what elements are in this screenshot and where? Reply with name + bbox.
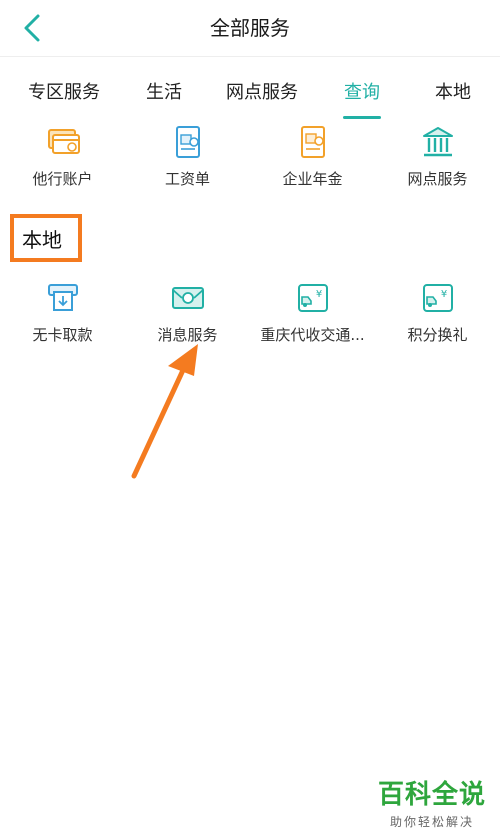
watermark: 百科全说 助你轻松解决 <box>378 774 486 830</box>
tab-query[interactable]: 查询 <box>344 78 380 104</box>
tab-local[interactable]: 本地 <box>435 78 471 104</box>
service-message[interactable]: 消息服务 <box>125 280 250 345</box>
category-tabs: 专区服务 生活 网点服务 查询 本地 <box>0 64 500 120</box>
service-label: 积分换礼 <box>407 326 468 344</box>
active-tab-indicator <box>343 116 381 119</box>
atm-icon <box>47 284 78 311</box>
service-label: 网点服务 <box>407 170 468 188</box>
service-salary-slip[interactable]: 工资单 <box>125 124 250 189</box>
service-label: 他行账户 <box>32 170 93 188</box>
svg-text:¥: ¥ <box>315 289 321 300</box>
service-label: 无卡取款 <box>32 326 93 344</box>
svg-text:¥: ¥ <box>440 289 446 300</box>
tab-zone-services[interactable]: 专区服务 <box>28 78 100 104</box>
service-points-redemption[interactable]: ¥ 积分换礼 <box>375 280 500 345</box>
tab-branch-services[interactable]: 网点服务 <box>226 78 298 104</box>
header-bar: 全部服务 <box>0 0 500 57</box>
service-branch[interactable]: 网点服务 <box>375 124 500 189</box>
service-label: 工资单 <box>164 170 210 188</box>
service-label: 企业年金 <box>282 170 343 188</box>
service-cardless-withdrawal[interactable]: 无卡取款 <box>0 280 125 345</box>
tab-life[interactable]: 生活 <box>146 78 182 104</box>
service-other-bank-account[interactable]: 他行账户 <box>0 124 125 189</box>
salary-icon <box>175 126 200 158</box>
service-label: 重庆代收交通... <box>260 326 365 344</box>
page-title: 全部服务 <box>210 16 290 40</box>
section-title-local: 本地 <box>22 228 62 252</box>
watermark-title: 百科全说 <box>377 780 486 810</box>
watermark-subtitle: 助你轻松解决 <box>389 815 474 829</box>
service-label: 消息服务 <box>157 326 218 344</box>
card-icon <box>47 129 80 154</box>
truck-yuan-icon: ¥ <box>422 284 453 312</box>
annuity-icon <box>300 126 325 158</box>
truck-yuan-icon: ¥ <box>297 284 328 312</box>
service-chongqing-traffic-collection[interactable]: ¥ 重庆代收交通... <box>250 280 375 345</box>
envelope-icon <box>171 287 204 309</box>
bank-icon <box>422 127 453 157</box>
service-enterprise-annuity[interactable]: 企业年金 <box>250 124 375 189</box>
